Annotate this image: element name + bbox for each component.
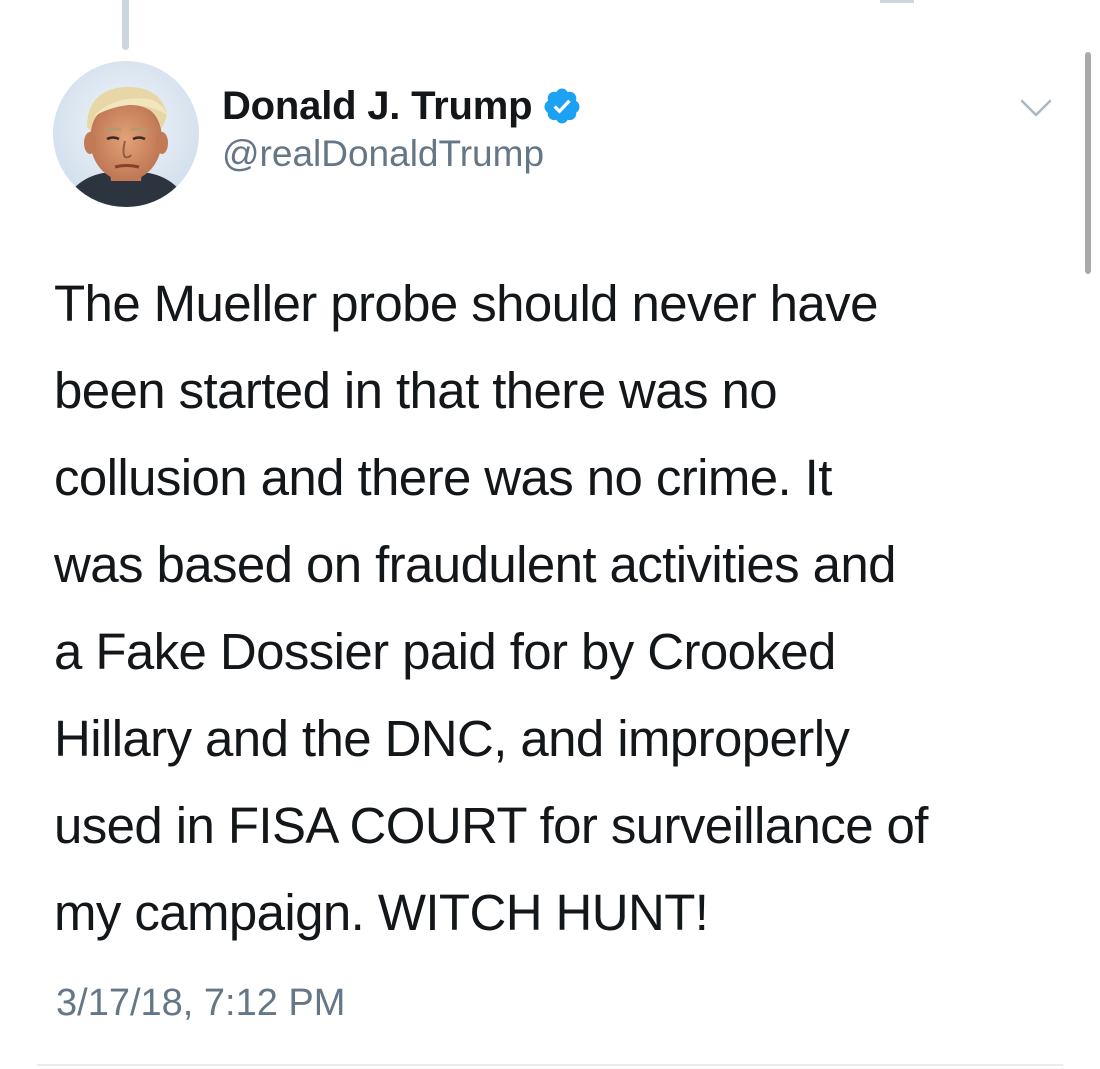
avatar[interactable] <box>53 61 199 207</box>
author-handle[interactable]: @realDonaldTrump <box>222 133 544 175</box>
avatar-image <box>53 61 199 207</box>
tweet-text-line: The Mueller probe should never have <box>54 275 878 332</box>
divider <box>37 1064 1063 1066</box>
thread-connector-line <box>122 0 129 50</box>
scrollbar[interactable] <box>1085 52 1091 274</box>
tweet-text-line: collusion and there was no crime. It <box>54 449 832 506</box>
tweet-text-line: my campaign. WITCH HUNT! <box>54 884 709 941</box>
tweet-text-line: been started in that there was no <box>54 362 778 419</box>
tweet-text-line: Hillary and the DNC, and improperly <box>54 710 850 767</box>
previous-tweet-edge <box>880 0 914 3</box>
author-row[interactable]: Donald J. Trump <box>222 80 582 132</box>
tweet-text: The Mueller probe should never have been… <box>54 260 1064 956</box>
chevron-down-icon[interactable] <box>1016 93 1056 123</box>
tweet-text-line: used in FISA COURT for surveillance of <box>54 797 928 854</box>
tweet-timestamp[interactable]: 3/17/18, 7:12 PM <box>56 982 345 1025</box>
tweet-text-line: was based on fraudulent activities and <box>54 536 897 593</box>
verified-badge-icon <box>544 88 580 124</box>
tweet-text-line: a Fake Dossier paid for by Crooked <box>54 623 836 680</box>
display-name[interactable]: Donald J. Trump <box>222 84 533 129</box>
